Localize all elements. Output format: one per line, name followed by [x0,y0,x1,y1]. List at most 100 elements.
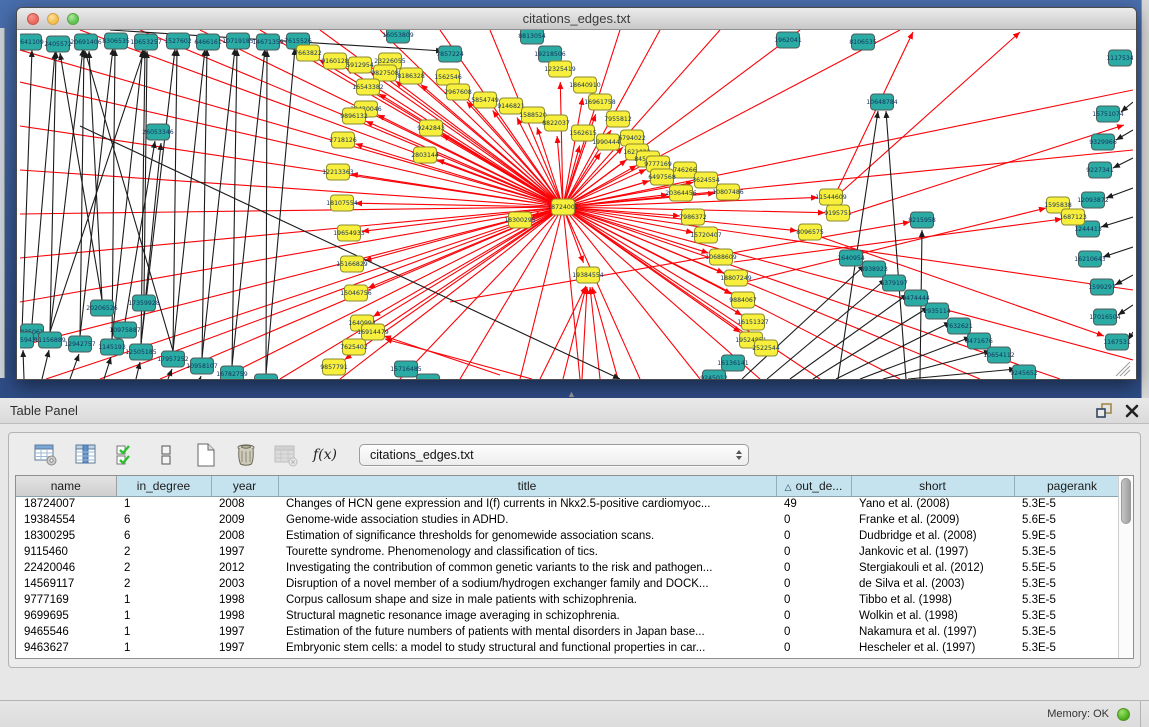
table-cell[interactable]: 5.3E-5 [1014,576,1130,592]
graph-node[interactable]: 8186328 [397,68,425,84]
scrollbar-thumb[interactable] [1121,478,1131,524]
table-cell[interactable]: 0 [776,528,851,544]
graph-node[interactable]: 8813054 [518,30,546,44]
table-cell[interactable]: 9463627 [16,640,116,656]
table-cell[interactable]: 0 [776,544,851,560]
graph-node[interactable]: 9245012 [700,370,728,379]
table-cell[interactable]: 0 [776,512,851,528]
graph-node[interactable]: 1167531 [1103,334,1131,350]
graph-node[interactable]: 17016504 [1089,309,1121,325]
graph-node[interactable]: 8471676 [965,333,993,349]
graph-node[interactable]: 10975887 [109,322,141,338]
table-cell[interactable]: 1 [116,592,211,608]
graph-node[interactable]: 10958107 [186,358,218,374]
table-cell[interactable]: 2003 [211,576,278,592]
table-cell[interactable]: 0 [776,624,851,640]
graph-node[interactable]: 16961758 [584,94,616,110]
table-cell[interactable]: Jankovic et al. (1997) [851,544,1014,560]
graph-node[interactable]: 6466161 [194,34,222,50]
graph-node[interactable]: 12093872 [1077,192,1109,208]
graph-node[interactable]: 1527602 [164,33,192,49]
graph-node[interactable]: 17957252 [157,351,189,367]
new-column-icon[interactable] [193,442,219,468]
graph-node[interactable]: 8106535 [849,34,877,50]
table-cell[interactable]: Franke et al. (2009) [851,512,1014,528]
float-panel-icon[interactable] [1096,403,1113,418]
table-cell[interactable]: 1 [116,640,211,656]
import-table-icon[interactable] [273,442,299,468]
table-cell[interactable]: 1998 [211,608,278,624]
table-cell[interactable]: 1998 [211,592,278,608]
graph-node[interactable]: 12213363 [322,164,354,180]
table-cell[interactable]: 5.3E-5 [1014,592,1130,608]
table-cell[interactable]: 2 [116,560,211,576]
table-selector-dropdown[interactable]: citations_edges.txt [359,444,749,466]
table-cell[interactable]: de Silva et al. (2003) [851,576,1014,592]
graph-node[interactable]: 8096575 [796,224,824,240]
table-cell[interactable]: 5.3E-5 [1014,496,1130,512]
graph-node[interactable]: 2405572 [44,36,72,52]
table-cell[interactable]: Estimation of the future numbers of pati… [278,624,776,640]
table-cell[interactable]: 19384554 [16,512,116,528]
graph-node[interactable]: 10719185 [222,33,254,49]
graph-node[interactable]: 9227341 [1086,162,1114,178]
table-cell[interactable]: Dudbridge et al. (2008) [851,528,1014,544]
graph-node[interactable]: 26053346 [142,124,174,140]
graph-node[interactable]: 9474444 [902,290,930,306]
graph-node[interactable]: 9884067 [729,292,757,308]
table-cell[interactable]: 0 [776,592,851,608]
graph-node[interactable]: 3624554 [692,172,720,188]
column-header-name[interactable]: name [16,476,116,496]
memory-indicator-icon[interactable] [1117,708,1130,721]
column-header-out-de-[interactable]: △out_de... [776,476,851,496]
table-cell[interactable]: 1997 [211,544,278,560]
table-cell[interactable]: 5.3E-5 [1014,640,1130,656]
show-column-icon[interactable] [73,442,99,468]
table-row[interactable]: 969969511998Structural magnetic resonanc… [16,608,1130,624]
graph-node[interactable]: 7986372 [679,209,707,225]
graph-node[interactable]: 9896132 [340,108,368,124]
graph-node[interactable]: 15166829 [336,256,368,272]
table-cell[interactable]: 2008 [211,496,278,512]
table-cell[interactable]: 5.3E-5 [1014,544,1130,560]
table-cell[interactable]: 2 [116,576,211,592]
column-header-year[interactable]: year [211,476,278,496]
table-cell[interactable]: 2008 [211,528,278,544]
network-window-titlebar[interactable]: citations_edges.txt [17,8,1136,30]
graph-node[interactable]: 12505185 [125,344,157,360]
table-cell[interactable]: 9115460 [16,544,116,560]
table-cell[interactable]: Disruption of a novel member of a sodium… [278,576,776,592]
table-cell[interactable]: 2009 [211,512,278,528]
graph-node[interactable]: 10653257 [130,34,162,50]
graph-node[interactable]: 16053809 [382,30,414,43]
table-cell[interactable]: 1 [116,624,211,640]
table-cell[interactable]: 0 [776,640,851,656]
table-cell[interactable]: 2012 [211,560,278,576]
graph-node[interactable]: 1599297 [1088,279,1116,295]
graph-node[interactable]: 1562546 [434,69,462,85]
table-cell[interactable]: 18300295 [16,528,116,544]
graph-node[interactable]: 16782759 [216,366,248,379]
vertical-scrollbar[interactable] [1118,476,1133,658]
graph-node[interactable]: 8938923 [860,261,888,277]
graph-node[interactable]: 8822037 [542,115,570,131]
graph-node[interactable]: 2967608 [444,84,472,100]
graph-node[interactable]: 7632621 [945,318,973,334]
table-row[interactable]: 1830029562008Estimation of significance … [16,528,1130,544]
graph-node[interactable]: 16136141 [717,355,749,371]
graph-node[interactable]: 15046756 [340,285,372,301]
graph-node[interactable]: 7296542 [414,374,442,379]
graph-node[interactable]: 19218506 [534,46,566,62]
graph-node-hub[interactable]: 18724007 [547,199,579,215]
table-cell[interactable]: 22420046 [16,560,116,576]
table-cell[interactable]: Genome-wide association studies in ADHD. [278,512,776,528]
graph-node[interactable]: 14671355 [252,34,284,50]
graph-node[interactable]: 19384554 [572,267,604,283]
graph-node[interactable]: 6497568 [648,169,676,185]
table-row[interactable]: 1938455462009Genome-wide association stu… [16,512,1130,528]
graph-node[interactable]: 20206526 [86,300,118,316]
graph-node[interactable]: 2718126 [329,132,357,148]
graph-node[interactable]: 1640954 [837,250,865,266]
graph-node[interactable]: 12942757 [64,336,96,352]
table-cell[interactable]: 9465546 [16,624,116,640]
